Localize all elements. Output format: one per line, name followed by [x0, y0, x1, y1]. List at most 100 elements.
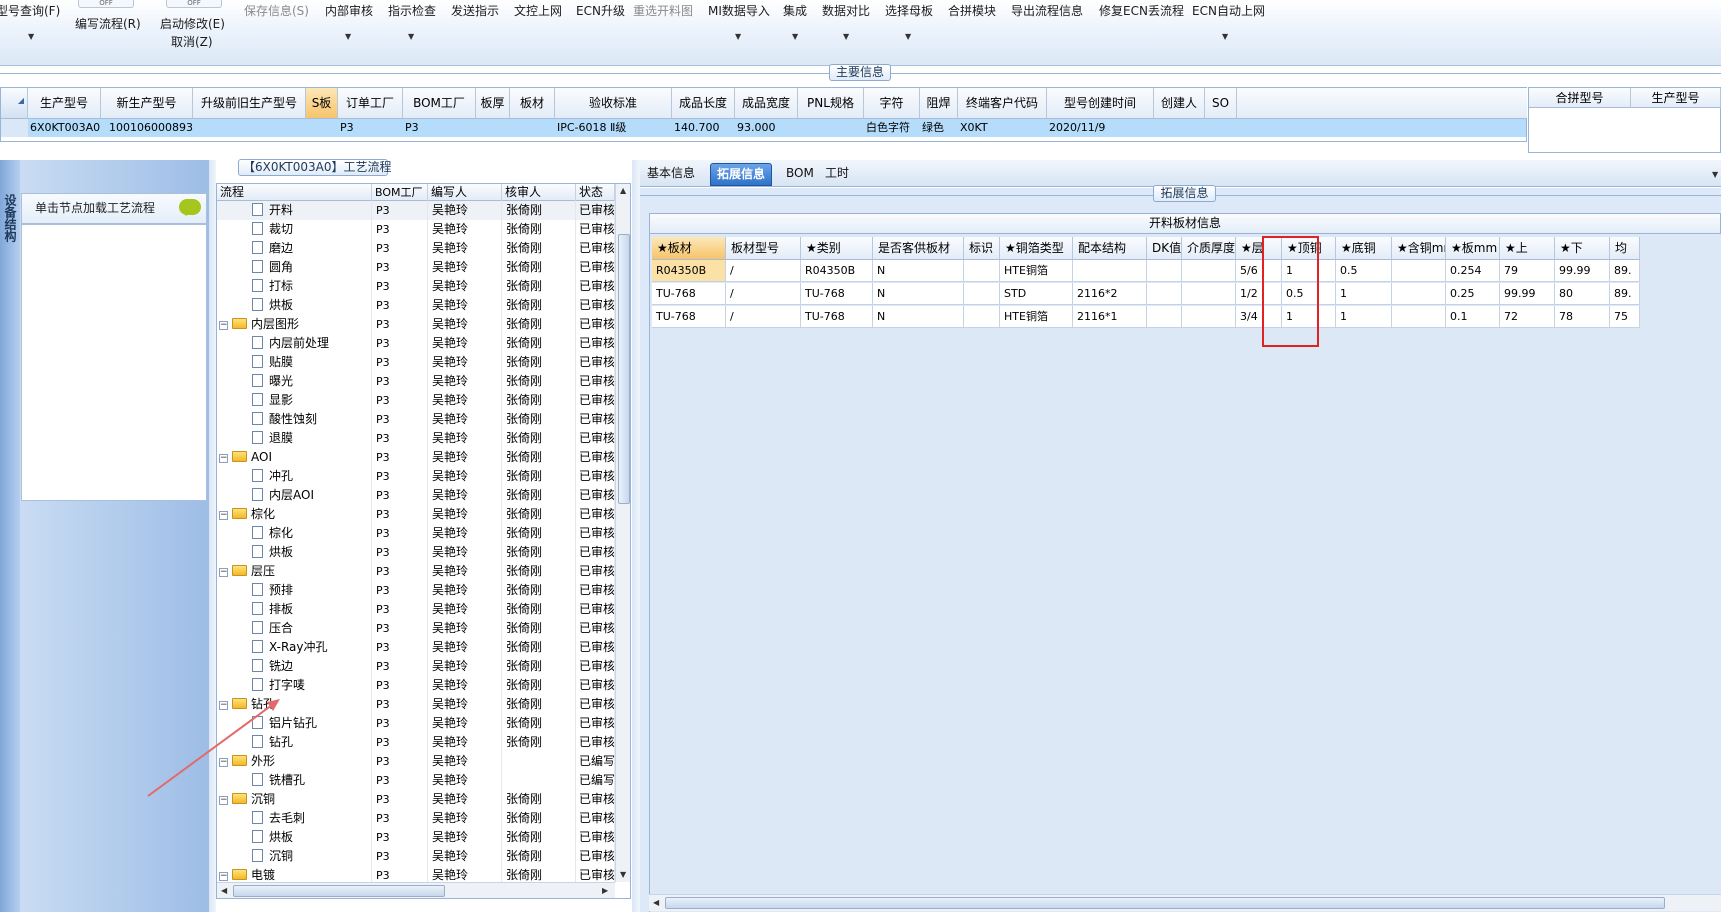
flow-cell[interactable]: 排板: [217, 600, 372, 619]
writer-cell[interactable]: 吴艳玲: [428, 524, 502, 543]
bom-cell[interactable]: P3: [372, 828, 428, 847]
scroll-thumb[interactable]: [665, 897, 1665, 909]
cell[interactable]: 10010600089358: [101, 119, 193, 137]
writer-cell[interactable]: 吴艳玲: [428, 828, 502, 847]
table-cell[interactable]: 99.99: [1500, 283, 1555, 305]
table-cell[interactable]: /: [726, 260, 801, 282]
writer-cell[interactable]: 吴艳玲: [428, 372, 502, 391]
table-cell[interactable]: /: [726, 306, 801, 328]
toolbar-ecn-auto-online[interactable]: ECN自动上网: [1192, 2, 1265, 19]
collapse-icon[interactable]: −: [219, 568, 228, 577]
cell[interactable]: 6X0KT003A0: [28, 119, 101, 137]
table-cell[interactable]: 80: [1555, 283, 1610, 305]
writer-cell[interactable]: 吴艳玲: [428, 201, 502, 220]
cell[interactable]: P3: [403, 119, 476, 137]
status-cell[interactable]: 已审核: [576, 695, 615, 714]
bom-cell[interactable]: P3: [372, 239, 428, 258]
cell[interactable]: [1205, 119, 1237, 137]
table-cell[interactable]: [964, 283, 1000, 305]
table-cell[interactable]: 2116*2: [1073, 283, 1147, 305]
bom-cell[interactable]: P3: [372, 676, 428, 695]
flow-cell[interactable]: 去毛刺: [217, 809, 372, 828]
table-cell[interactable]: [1147, 260, 1182, 282]
splitter[interactable]: [632, 160, 640, 912]
tree-group-row[interactable]: − 内层图形 P3 吴艳玲 张倚刚 已审核: [217, 315, 615, 334]
toolbar-mi-import[interactable]: MI数据导入: [708, 2, 770, 19]
col-header[interactable]: 型号创建时间: [1047, 88, 1154, 119]
status-cell[interactable]: 已审核: [576, 258, 615, 277]
status-cell[interactable]: 已审核: [576, 562, 615, 581]
toolbar-save-info[interactable]: 保存信息(S): [244, 2, 309, 19]
writer-cell[interactable]: 吴艳玲: [428, 847, 502, 866]
toolbar-ecn-upgrade[interactable]: ECN升级: [576, 2, 625, 19]
writer-cell[interactable]: 吴艳玲: [428, 581, 502, 600]
writer-cell[interactable]: 吴艳玲: [428, 562, 502, 581]
status-cell[interactable]: 已审核: [576, 296, 615, 315]
writer-cell[interactable]: 吴艳玲: [428, 505, 502, 524]
collapse-icon[interactable]: −: [219, 701, 228, 710]
col-header[interactable]: 状态: [576, 184, 615, 201]
tree-row[interactable]: 钻孔 P3 吴艳玲 张倚刚 已审核: [217, 733, 615, 752]
col-header[interactable]: 生产型号: [28, 88, 101, 119]
tree-row[interactable]: 预排 P3 吴艳玲 张倚刚 已审核: [217, 581, 615, 600]
bom-cell[interactable]: P3: [372, 334, 428, 353]
table-cell[interactable]: TU-768: [801, 306, 873, 328]
flow-cell[interactable]: 贴膜: [217, 353, 372, 372]
bom-cell[interactable]: P3: [372, 486, 428, 505]
table-cell[interactable]: [1073, 260, 1147, 282]
flow-cell[interactable]: 内层前处理: [217, 334, 372, 353]
table-cell[interactable]: HTE铜箔: [1000, 260, 1073, 282]
flow-cell[interactable]: 裁切: [217, 220, 372, 239]
bom-cell[interactable]: P3: [372, 467, 428, 486]
tree-row[interactable]: 烘板 P3 吴艳玲 张倚刚 已审核: [217, 296, 615, 315]
tree-group-row[interactable]: − 沉铜 P3 吴艳玲 张倚刚 已审核: [217, 790, 615, 809]
col-header[interactable]: 生产型号: [1631, 88, 1721, 108]
toolbar-export-flow[interactable]: 导出流程信息: [1011, 2, 1083, 19]
reviewer-cell[interactable]: 张倚刚: [502, 372, 576, 391]
status-cell[interactable]: 已编写: [576, 771, 615, 790]
toolbar-cancel[interactable]: 取消(Z): [171, 33, 213, 50]
status-cell[interactable]: 已审核: [576, 410, 615, 429]
status-cell[interactable]: 已审核: [576, 847, 615, 866]
table-cell[interactable]: TU-768: [652, 283, 726, 305]
table-cell[interactable]: 75: [1610, 306, 1640, 328]
status-cell[interactable]: 已审核: [576, 828, 615, 847]
tree-row[interactable]: 圆角 P3 吴艳玲 张倚刚 已审核: [217, 258, 615, 277]
writer-cell[interactable]: 吴艳玲: [428, 752, 502, 771]
reviewer-cell[interactable]: 张倚刚: [502, 429, 576, 448]
reviewer-cell[interactable]: 张倚刚: [502, 486, 576, 505]
vertical-scrollbar[interactable]: ▲ ▼: [615, 184, 630, 882]
reviewer-cell[interactable]: [502, 771, 576, 790]
table-cell[interactable]: 0.1: [1446, 306, 1500, 328]
reviewer-cell[interactable]: 张倚刚: [502, 239, 576, 258]
table-cell[interactable]: 2116*1: [1073, 306, 1147, 328]
toolbar-integrate[interactable]: 集成: [783, 2, 807, 19]
scroll-right-icon[interactable]: ▶: [602, 886, 608, 895]
scroll-left-icon[interactable]: ◀: [221, 886, 227, 895]
reviewer-cell[interactable]: 张倚刚: [502, 619, 576, 638]
table-cell[interactable]: R04350B: [652, 260, 726, 282]
bom-cell[interactable]: P3: [372, 752, 428, 771]
flow-cell[interactable]: 磨边: [217, 239, 372, 258]
bom-cell[interactable]: P3: [372, 809, 428, 828]
cell[interactable]: X0KT: [958, 119, 1047, 137]
flow-cell[interactable]: 开料: [217, 201, 372, 220]
horizontal-scrollbar[interactable]: ◀: [649, 894, 1721, 911]
table-cell[interactable]: 89.: [1610, 260, 1640, 282]
writer-cell[interactable]: 吴艳玲: [428, 429, 502, 448]
col-header[interactable]: S板: [306, 88, 338, 119]
reviewer-cell[interactable]: 张倚刚: [502, 467, 576, 486]
status-cell[interactable]: 已审核: [576, 391, 615, 410]
cell[interactable]: [306, 119, 338, 137]
reviewer-cell[interactable]: 张倚刚: [502, 296, 576, 315]
flow-cell[interactable]: − 沉铜: [217, 790, 372, 809]
flow-cell[interactable]: 打字唛: [217, 676, 372, 695]
bom-cell[interactable]: P3: [372, 562, 428, 581]
collapse-icon[interactable]: −: [219, 872, 228, 881]
col-header[interactable]: 创建人: [1154, 88, 1205, 119]
reviewer-cell[interactable]: 张倚刚: [502, 828, 576, 847]
status-cell[interactable]: 已审核: [576, 334, 615, 353]
tree-group-row[interactable]: − AOI P3 吴艳玲 张倚刚 已审核: [217, 448, 615, 467]
cell[interactable]: IPC-6018 Ⅱ级: [555, 119, 672, 137]
scroll-left-icon[interactable]: ◀: [653, 898, 659, 907]
